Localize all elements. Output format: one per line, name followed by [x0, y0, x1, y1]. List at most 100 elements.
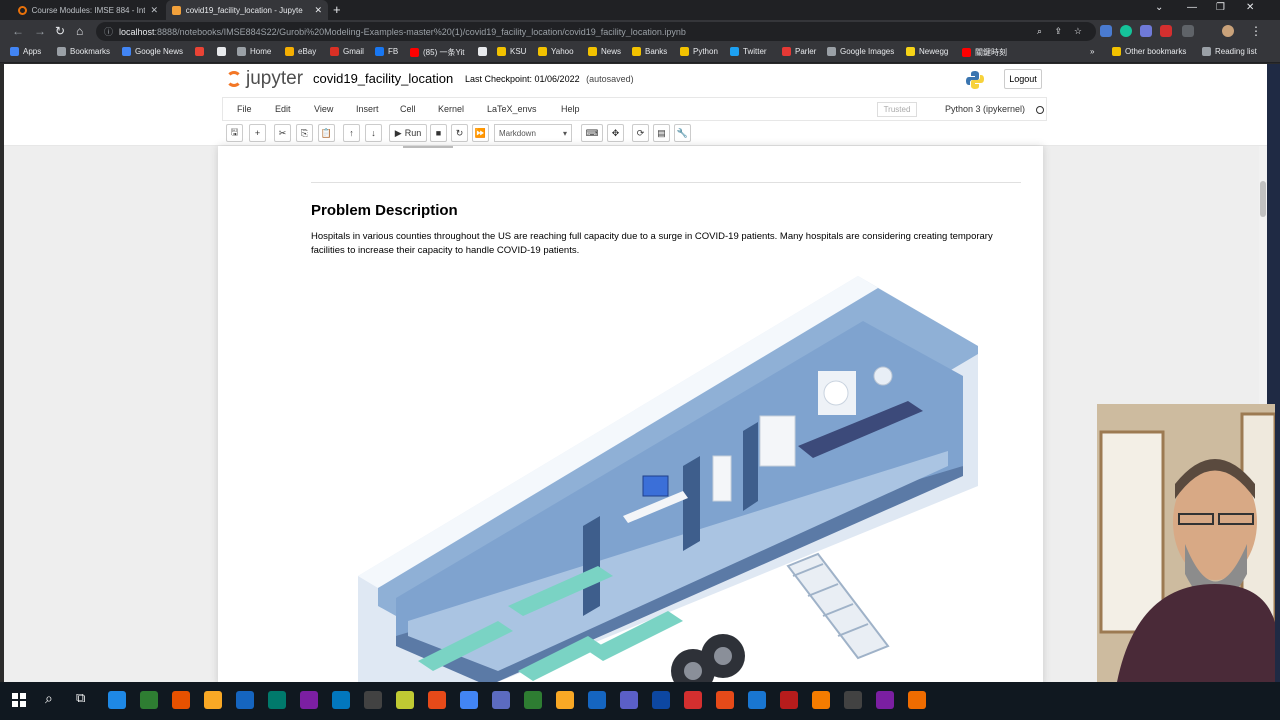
extension-icon[interactable]: [1140, 25, 1152, 37]
menu-edit[interactable]: Edit: [275, 104, 291, 114]
cut-icon[interactable]: ✂: [274, 124, 291, 142]
restore-icon[interactable]: ❐: [1216, 2, 1225, 13]
other-bookmarks[interactable]: Other bookmarks: [1112, 47, 1186, 56]
onenote-icon[interactable]: [332, 691, 350, 709]
zoom-icon[interactable]: ⌕: [1037, 26, 1042, 37]
menu-kebab-icon[interactable]: ⋮: [1250, 24, 1262, 38]
paste-icon[interactable]: 📋: [318, 124, 335, 142]
windows-start-icon[interactable]: [12, 693, 26, 707]
wrench-icon[interactable]: 🔧: [674, 124, 691, 142]
bookmark-item[interactable]: eBay: [285, 47, 316, 56]
search-icon[interactable]: ⌕: [45, 690, 53, 707]
bookmark-item[interactable]: Newegg: [906, 47, 948, 56]
bookmark-item[interactable]: FB: [375, 47, 398, 56]
obs-icon[interactable]: [908, 691, 926, 709]
forward-icon[interactable]: →: [34, 24, 46, 38]
move-down-icon[interactable]: ↓: [365, 124, 382, 142]
zoom-icon[interactable]: [780, 691, 798, 709]
close-icon[interactable]: ✕: [150, 5, 158, 16]
star-icon[interactable]: ☆: [1074, 26, 1082, 37]
menu-insert[interactable]: Insert: [356, 104, 379, 114]
copy-icon[interactable]: ⎘: [296, 124, 313, 142]
insert-cell-icon[interactable]: +: [249, 124, 266, 142]
sheets-icon[interactable]: [556, 691, 574, 709]
menu-view[interactable]: View: [314, 104, 333, 114]
bookmark-item[interactable]: [195, 47, 204, 56]
bookmark-item[interactable]: Home: [237, 47, 271, 56]
trusted-indicator[interactable]: Trusted: [877, 102, 917, 117]
store-icon[interactable]: [140, 691, 158, 709]
profile-avatar-icon[interactable]: [1222, 25, 1234, 37]
onedrive-icon[interactable]: [300, 691, 318, 709]
jupyter-logo[interactable]: jupyter: [226, 68, 303, 90]
tab-course-modules[interactable]: Course Modules: IMSE 884 - Inte ✕: [12, 0, 164, 20]
sublime-icon[interactable]: [748, 691, 766, 709]
bookmarks-more-icon[interactable]: »: [1090, 47, 1094, 56]
bookmark-item[interactable]: Bookmarks: [57, 47, 110, 56]
bookmark-item[interactable]: Yahoo: [538, 47, 574, 56]
tab-jupyter[interactable]: covid19_facility_location - Jupyte ✕: [166, 0, 328, 20]
menu-help[interactable]: Help: [561, 104, 580, 114]
teams-icon[interactable]: [652, 691, 670, 709]
bookmark-item[interactable]: Banks: [632, 47, 667, 56]
minimize-icon[interactable]: —: [1187, 2, 1197, 13]
menu-file[interactable]: File: [237, 104, 252, 114]
slides-icon[interactable]: [588, 691, 606, 709]
menu-cell[interactable]: Cell: [400, 104, 416, 114]
extensions-puzzle-icon[interactable]: [1182, 25, 1194, 37]
calendar-icon[interactable]: [684, 691, 702, 709]
window-close-icon[interactable]: ✕: [1246, 2, 1254, 13]
kernel-name[interactable]: Python 3 (ipykernel): [945, 104, 1025, 114]
restart-icon[interactable]: ↻: [451, 124, 468, 142]
extension-pdf-icon[interactable]: [1160, 25, 1172, 37]
bookmark-item[interactable]: Parler: [782, 47, 816, 56]
acrobat-icon[interactable]: [460, 691, 478, 709]
save-icon[interactable]: 🖫: [226, 124, 243, 142]
chrome-icon[interactable]: [492, 691, 510, 709]
bookmark-item[interactable]: (85) 一条Yit: [410, 47, 465, 58]
extension-grammarly-icon[interactable]: [1120, 25, 1132, 37]
move-icon[interactable]: ✥: [607, 124, 624, 142]
notebook-title[interactable]: covid19_facility_location: [313, 71, 453, 86]
pdf-icon[interactable]: [812, 691, 830, 709]
reading-list[interactable]: Reading list: [1202, 47, 1257, 56]
edge-icon[interactable]: [108, 691, 126, 709]
stop-icon[interactable]: ■: [430, 124, 447, 142]
bookmark-item[interactable]: KSU: [497, 47, 526, 56]
word-icon[interactable]: [620, 691, 638, 709]
run-button[interactable]: ▶ Run: [389, 124, 427, 142]
bookmark-item[interactable]: [478, 47, 487, 56]
move-up-icon[interactable]: ↑: [343, 124, 360, 142]
anaconda-icon[interactable]: [844, 691, 862, 709]
new-tab-icon[interactable]: +: [333, 2, 341, 17]
tab-search-icon[interactable]: ⌄: [1155, 2, 1163, 13]
file-explorer-icon[interactable]: [236, 691, 254, 709]
bookmark-item[interactable]: Apps: [10, 47, 41, 56]
bookmark-item[interactable]: Twitter: [730, 47, 767, 56]
bookmark-item[interactable]: 關鍵時刻: [962, 47, 1007, 58]
bookmark-item[interactable]: Google News: [122, 47, 183, 56]
extension-translate-icon[interactable]: [1100, 25, 1112, 37]
restart-run-all-icon[interactable]: ⏩: [472, 124, 489, 142]
mail-icon[interactable]: [268, 691, 286, 709]
outlook-icon[interactable]: [364, 691, 382, 709]
menu-latex-envs[interactable]: LaTeX_envs: [487, 104, 537, 114]
task-view-icon[interactable]: ⧉: [76, 690, 85, 706]
bookmark-item[interactable]: [217, 47, 226, 56]
menu-kernel[interactable]: Kernel: [438, 104, 464, 114]
bookmark-item[interactable]: Python: [680, 47, 718, 56]
firefox-dev-icon[interactable]: [204, 691, 222, 709]
share-icon[interactable]: ⇪: [1054, 26, 1062, 37]
refresh-icon[interactable]: ⟳: [632, 124, 649, 142]
keyboard-icon[interactable]: ⌨: [581, 124, 603, 142]
media-player-icon[interactable]: [716, 691, 734, 709]
notebook-cell[interactable]: Problem Description Hospitals in various…: [218, 146, 1043, 682]
settings-icon[interactable]: [876, 691, 894, 709]
cell-type-select[interactable]: Markdown: [494, 124, 572, 142]
close-icon[interactable]: ✕: [314, 5, 322, 16]
excel-icon[interactable]: [172, 691, 190, 709]
reload-icon[interactable]: ↻: [55, 24, 65, 38]
scrollbar-thumb[interactable]: [1260, 181, 1266, 217]
back-icon[interactable]: ←: [12, 24, 24, 38]
bookmark-item[interactable]: Google Images: [827, 47, 894, 56]
